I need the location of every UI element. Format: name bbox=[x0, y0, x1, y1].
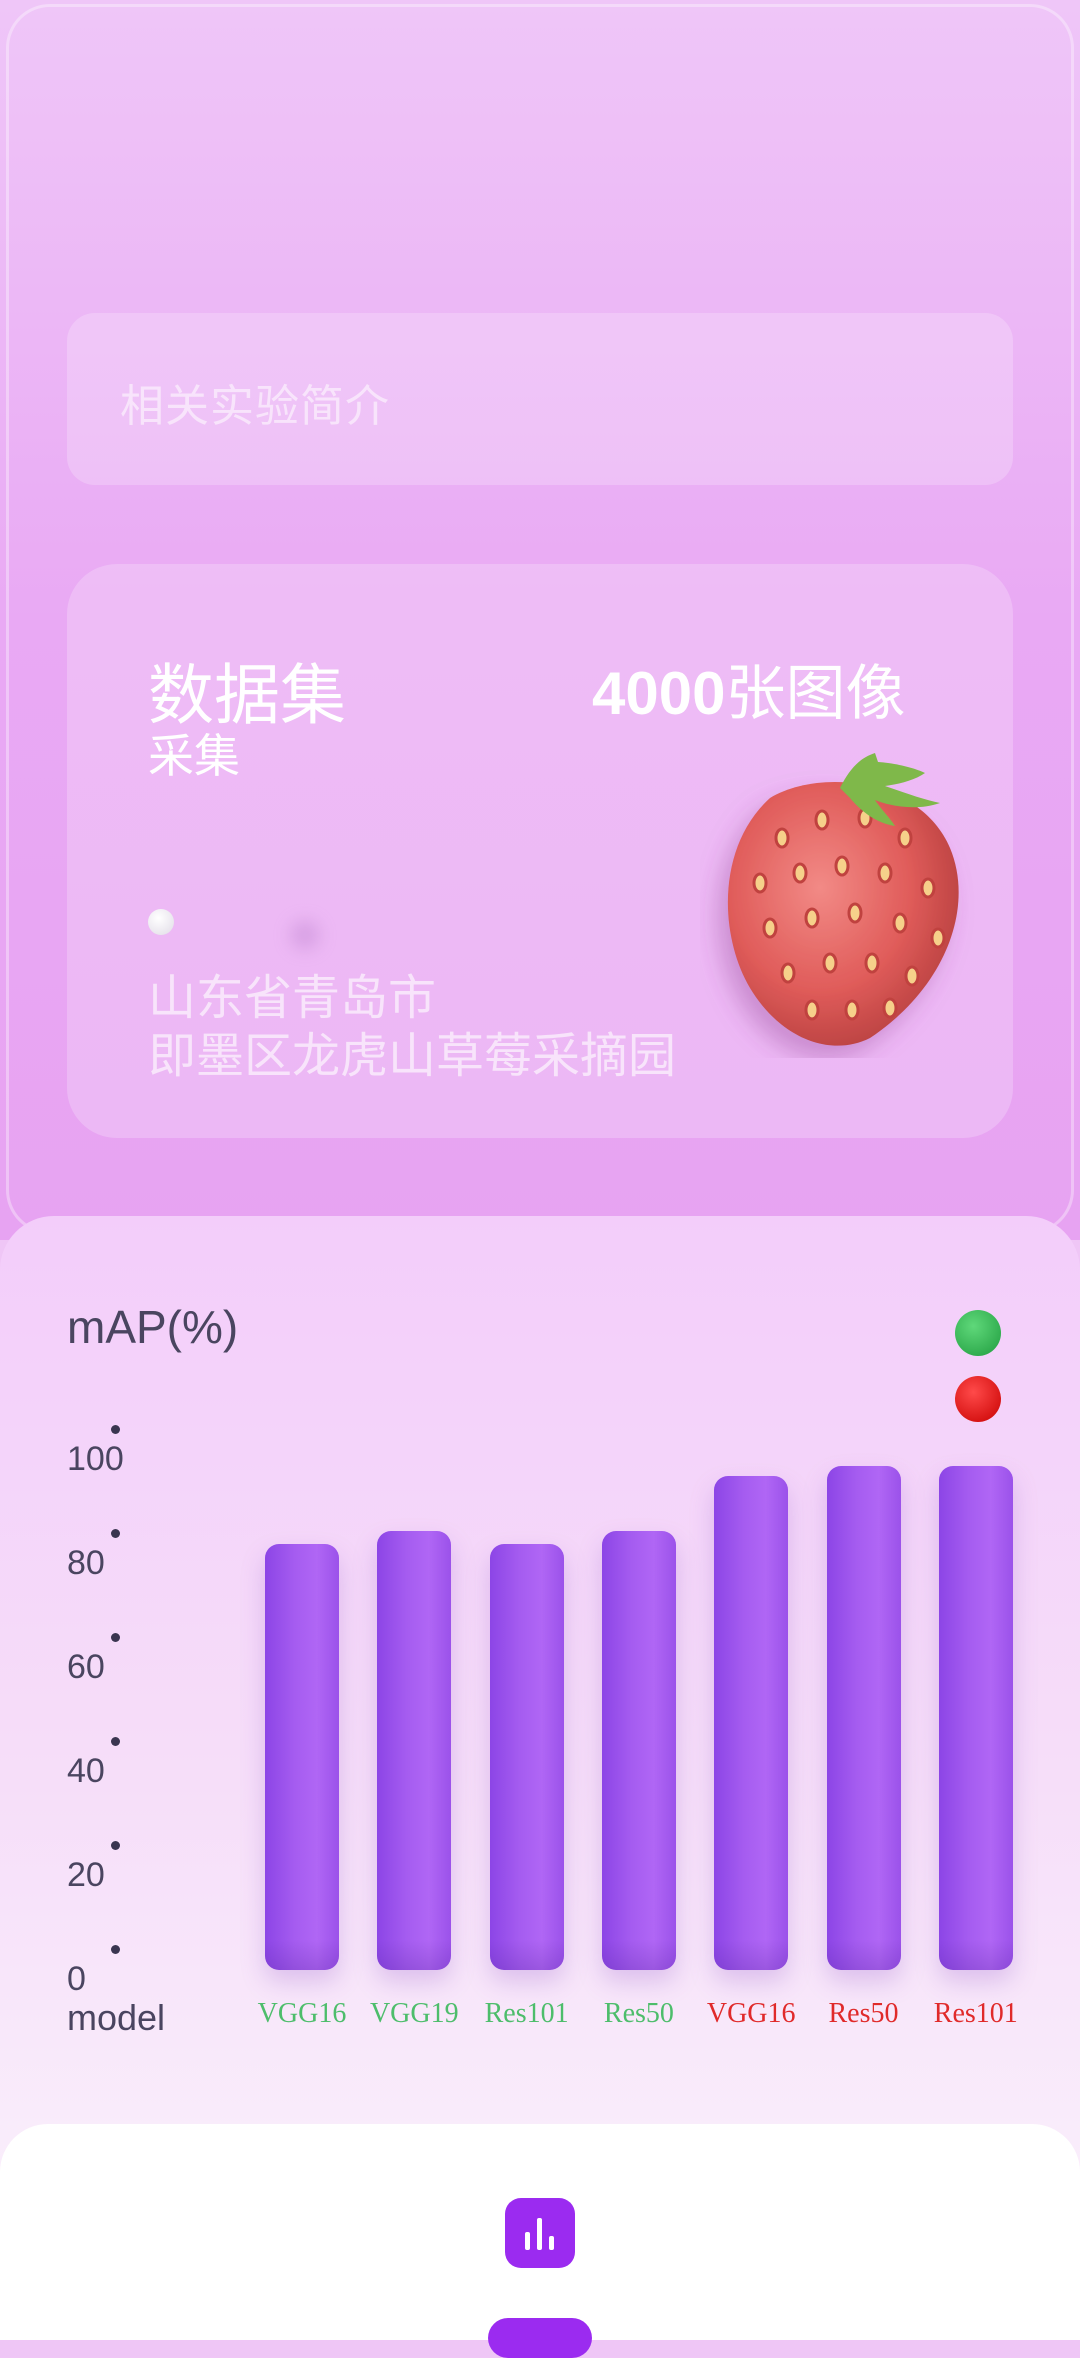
y-tick-label: 40 bbox=[67, 1752, 105, 1790]
y-tick-label: 100 bbox=[67, 1440, 124, 1478]
location-dot-icon bbox=[148, 909, 174, 935]
bar bbox=[826, 1465, 901, 1971]
x-axis-label: model bbox=[67, 1997, 166, 2038]
bar bbox=[265, 1543, 339, 1971]
chart-title: mAP(%) bbox=[67, 1301, 239, 1353]
dataset-image-count: 4000张图像 bbox=[592, 645, 905, 732]
nav-tab-indicator[interactable] bbox=[488, 2318, 592, 2358]
x-tick-label: Res50 bbox=[603, 1998, 674, 2029]
bar bbox=[938, 1465, 1013, 1971]
legend-dot-red bbox=[955, 1376, 1001, 1422]
y-tick-mark bbox=[111, 1945, 120, 1954]
y-tick-mark bbox=[111, 1529, 120, 1538]
y-tick-mark bbox=[111, 1633, 120, 1642]
x-tick-label: Res101 bbox=[933, 1998, 1018, 2029]
x-tick-label: VGG19 bbox=[369, 1998, 459, 2029]
decorative-shadow bbox=[290, 920, 320, 950]
y-tick-mark bbox=[111, 1841, 120, 1850]
y-tick-label: 80 bbox=[67, 1544, 105, 1582]
y-tick-label: 20 bbox=[67, 1856, 105, 1894]
y-tick-mark bbox=[111, 1425, 120, 1434]
x-tick-label: VGG16 bbox=[706, 1998, 796, 2029]
dataset-subtitle: 采集 bbox=[148, 730, 240, 782]
dataset-count-number: 4000 bbox=[592, 660, 726, 727]
bar bbox=[377, 1530, 452, 1971]
x-tick-label: Res101 bbox=[484, 1998, 569, 2029]
strawberry-illustration bbox=[727, 753, 959, 1046]
legend-dot-green bbox=[955, 1310, 1001, 1356]
bar bbox=[601, 1530, 676, 1971]
bar-chart-icon[interactable] bbox=[505, 2198, 575, 2268]
y-tick-label: 0 bbox=[67, 1960, 86, 1998]
experiment-intro-placeholder: 相关实验简介 bbox=[120, 382, 390, 431]
location-line-2: 即墨区龙虎山草莓采摘园 bbox=[148, 1030, 677, 1083]
y-tick-label: 60 bbox=[67, 1648, 105, 1686]
bar bbox=[714, 1476, 789, 1970]
x-tick-label: VGG16 bbox=[257, 1998, 347, 2029]
y-tick-mark bbox=[111, 1737, 120, 1746]
bar bbox=[489, 1543, 564, 1971]
x-tick-label: Res50 bbox=[828, 1998, 899, 2029]
bar-chart-icon-glyph bbox=[525, 2218, 554, 2250]
dataset-count-unit: 张图像 bbox=[725, 660, 906, 727]
